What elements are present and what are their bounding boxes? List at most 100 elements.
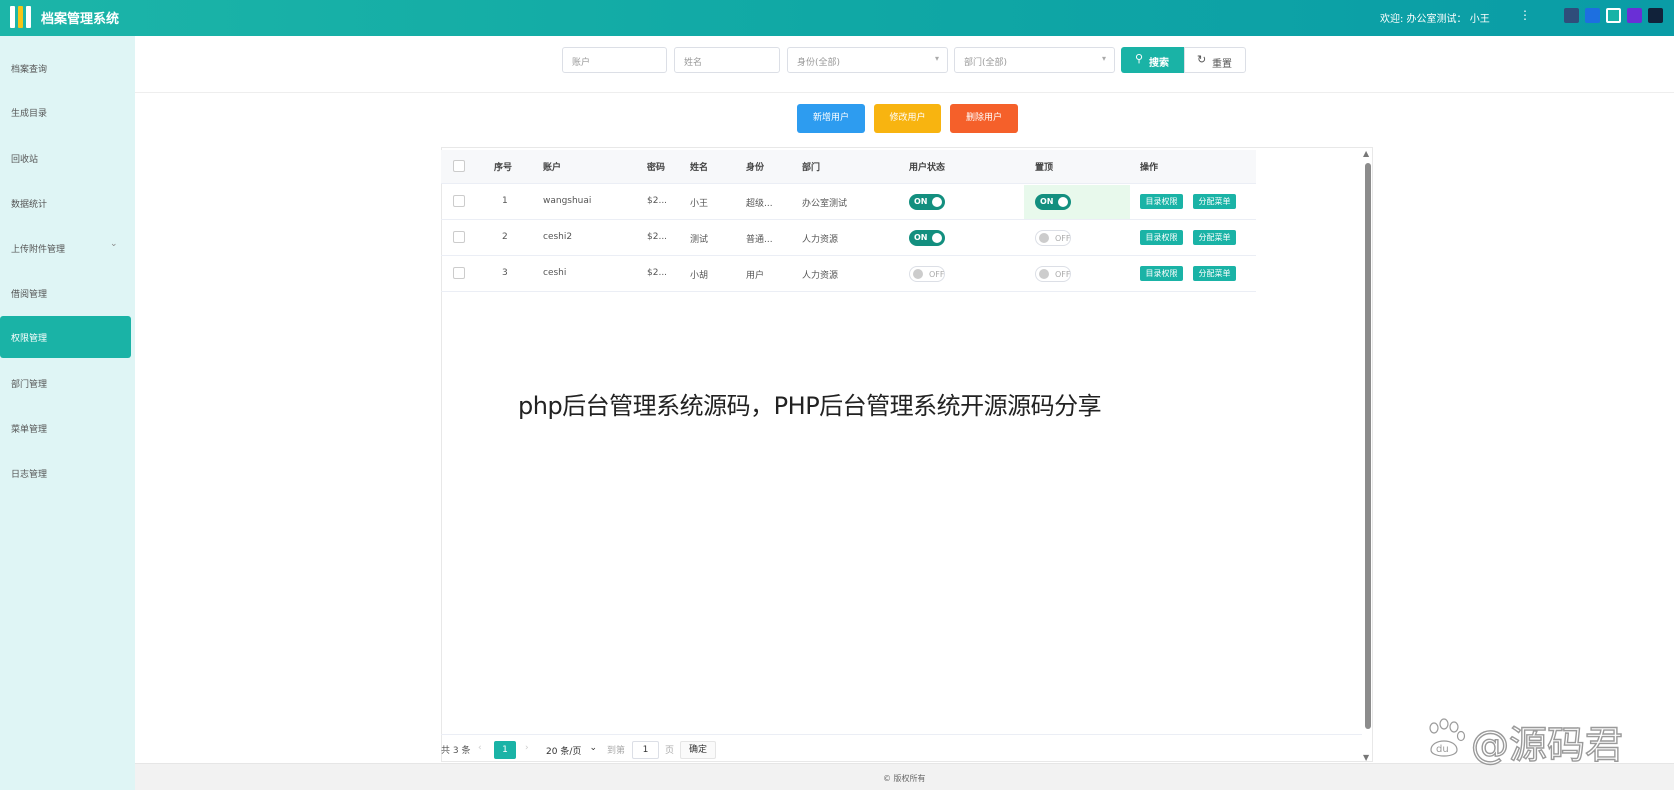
sidebar-item-generate-catalog[interactable]: 生成目录 [0, 91, 131, 133]
table-header [441, 150, 1256, 184]
chevron-down-icon: ▾ [1101, 54, 1106, 63]
sidebar-item-recycle-bin[interactable]: 回收站 [0, 137, 131, 179]
delete-user-button[interactable]: 删除用户 [950, 104, 1018, 133]
cell-password: $2... [647, 196, 668, 206]
sidebar-item-label: 借阅管理 [11, 290, 48, 300]
header-pin-top: 置顶 [1035, 163, 1054, 173]
cell-identity: 用户 [746, 271, 765, 281]
theme-swatch-navy[interactable] [1564, 8, 1579, 23]
sidebar-item-label: 日志管理 [11, 470, 48, 480]
assign-menu-button[interactable]: 分配菜单 [1193, 194, 1236, 209]
reset-button-label: 重置 [1212, 59, 1232, 70]
scroll-up-icon[interactable]: ▲ [1363, 149, 1369, 158]
pagination-divider [441, 734, 1362, 735]
pin-top-toggle[interactable]: OFF [1035, 266, 1071, 282]
scroll-down-icon[interactable]: ▼ [1363, 753, 1369, 762]
filter-divider [135, 92, 1674, 93]
toggle-knob [1039, 233, 1049, 243]
sidebar-item-label: 档案查询 [11, 65, 48, 75]
row-divider [441, 291, 1256, 292]
page-size-select[interactable]: 20 条/页 ⌄ [542, 741, 600, 759]
more-vertical-icon[interactable]: ⋮ [1519, 8, 1531, 22]
theme-swatch-blue[interactable] [1585, 8, 1600, 23]
cell-account: wangshuai [543, 196, 592, 206]
reset-button[interactable]: ↻ 重置 [1184, 47, 1246, 73]
sidebar-item-departments[interactable]: 部门管理 [0, 362, 131, 404]
dir-permission-button[interactable]: 目录权限 [1140, 230, 1183, 245]
header-identity: 身份 [746, 163, 765, 173]
pagination-page-1[interactable]: 1 [494, 741, 516, 759]
department-select-value: 部门(全部) [964, 58, 1008, 68]
sidebar-item-archive-query[interactable]: 档案查询 [0, 47, 131, 89]
sidebar-item-logs[interactable]: 日志管理 [0, 452, 131, 494]
account-input[interactable]: 账户 [562, 47, 667, 73]
chevron-down-icon: ▾ [934, 54, 939, 63]
header-index: 序号 [494, 163, 513, 173]
name-input[interactable]: 姓名 [674, 47, 780, 73]
pin-top-toggle[interactable]: OFF [1035, 230, 1071, 246]
scrollbar-thumb[interactable] [1365, 163, 1371, 729]
cell-password: $2... [647, 268, 668, 278]
header-password: 密码 [647, 163, 666, 173]
cell-index: 3 [502, 268, 508, 278]
row-divider [441, 255, 1256, 256]
pin-top-toggle[interactable]: ON [1035, 194, 1071, 210]
theme-swatch-dark[interactable] [1648, 8, 1663, 23]
cell-password: $2... [647, 232, 668, 242]
toggle-knob [1058, 197, 1068, 207]
sidebar-item-label: 数据统计 [11, 200, 48, 210]
prev-page-icon[interactable]: ‹ [478, 743, 482, 753]
chevron-down-icon: ⌄ [110, 239, 118, 249]
toggle-knob [932, 233, 942, 243]
cell-department: 人力资源 [802, 235, 839, 245]
add-user-button[interactable]: 新增用户 [797, 104, 865, 133]
search-button-label: 搜索 [1149, 58, 1169, 69]
theme-swatch-purple[interactable] [1627, 8, 1642, 23]
page-size-value: 20 条/页 [546, 747, 582, 757]
paw-logo-icon: du [1429, 718, 1466, 757]
footer: © 版权所有 [135, 763, 1674, 790]
toggle-knob [913, 269, 923, 279]
cell-department: 办公室测试 [802, 199, 848, 209]
row-checkbox[interactable] [453, 231, 465, 243]
user-status-toggle[interactable]: ON [909, 194, 945, 210]
top-header: 档案管理系统 欢迎: 办公室测试： 小王 ⋮ [0, 0, 1674, 36]
user-status-toggle[interactable]: ON [909, 230, 945, 246]
next-page-icon[interactable]: › [525, 743, 529, 753]
department-select[interactable]: 部门(全部) ▾ [954, 47, 1115, 73]
dir-permission-button[interactable]: 目录权限 [1140, 266, 1183, 281]
goto-page-input[interactable]: 1 [632, 741, 659, 759]
user-status-toggle[interactable]: OFF [909, 266, 945, 282]
sidebar-item-borrowing[interactable]: 借阅管理 [0, 272, 131, 314]
sidebar-item-attachments[interactable]: 上传附件管理 ⌄ [0, 227, 131, 269]
sidebar-item-menus[interactable]: 菜单管理 [0, 407, 131, 449]
goto-confirm-button[interactable]: 确定 [680, 741, 716, 759]
welcome-text: 欢迎: 办公室测试： 小王 [1380, 14, 1490, 25]
pagination-total: 共 3 条 [441, 746, 471, 756]
watermark-logo-text: du [1436, 744, 1449, 755]
search-button[interactable]: ⚲ 搜索 [1121, 47, 1184, 73]
toggle-knob [1039, 269, 1049, 279]
assign-menu-button[interactable]: 分配菜单 [1193, 266, 1236, 281]
theme-swatch-teal[interactable] [1606, 8, 1621, 23]
toggle-label: ON [914, 233, 928, 242]
row-divider [441, 219, 1256, 220]
select-all-checkbox[interactable] [453, 160, 465, 172]
toggle-label: OFF [1055, 234, 1071, 243]
sidebar-item-permissions[interactable]: 权限管理 [0, 316, 131, 358]
edit-user-button[interactable]: 修改用户 [874, 104, 941, 133]
sidebar-item-label: 菜单管理 [11, 425, 48, 435]
identity-select[interactable]: 身份(全部) ▾ [787, 47, 948, 73]
refresh-icon: ↻ [1197, 53, 1207, 66]
cell-name: 小王 [690, 199, 709, 209]
cell-index: 2 [502, 232, 508, 242]
row-checkbox[interactable] [453, 195, 465, 207]
chevron-down-icon: ⌄ [589, 743, 597, 753]
copyright-text: © 版权所有 [883, 774, 926, 783]
cell-identity: 普通... [746, 235, 773, 245]
assign-menu-button[interactable]: 分配菜单 [1193, 230, 1236, 245]
row-checkbox[interactable] [453, 267, 465, 279]
toggle-label: OFF [1055, 270, 1071, 279]
dir-permission-button[interactable]: 目录权限 [1140, 194, 1183, 209]
sidebar-item-statistics[interactable]: 数据统计 [0, 182, 131, 224]
